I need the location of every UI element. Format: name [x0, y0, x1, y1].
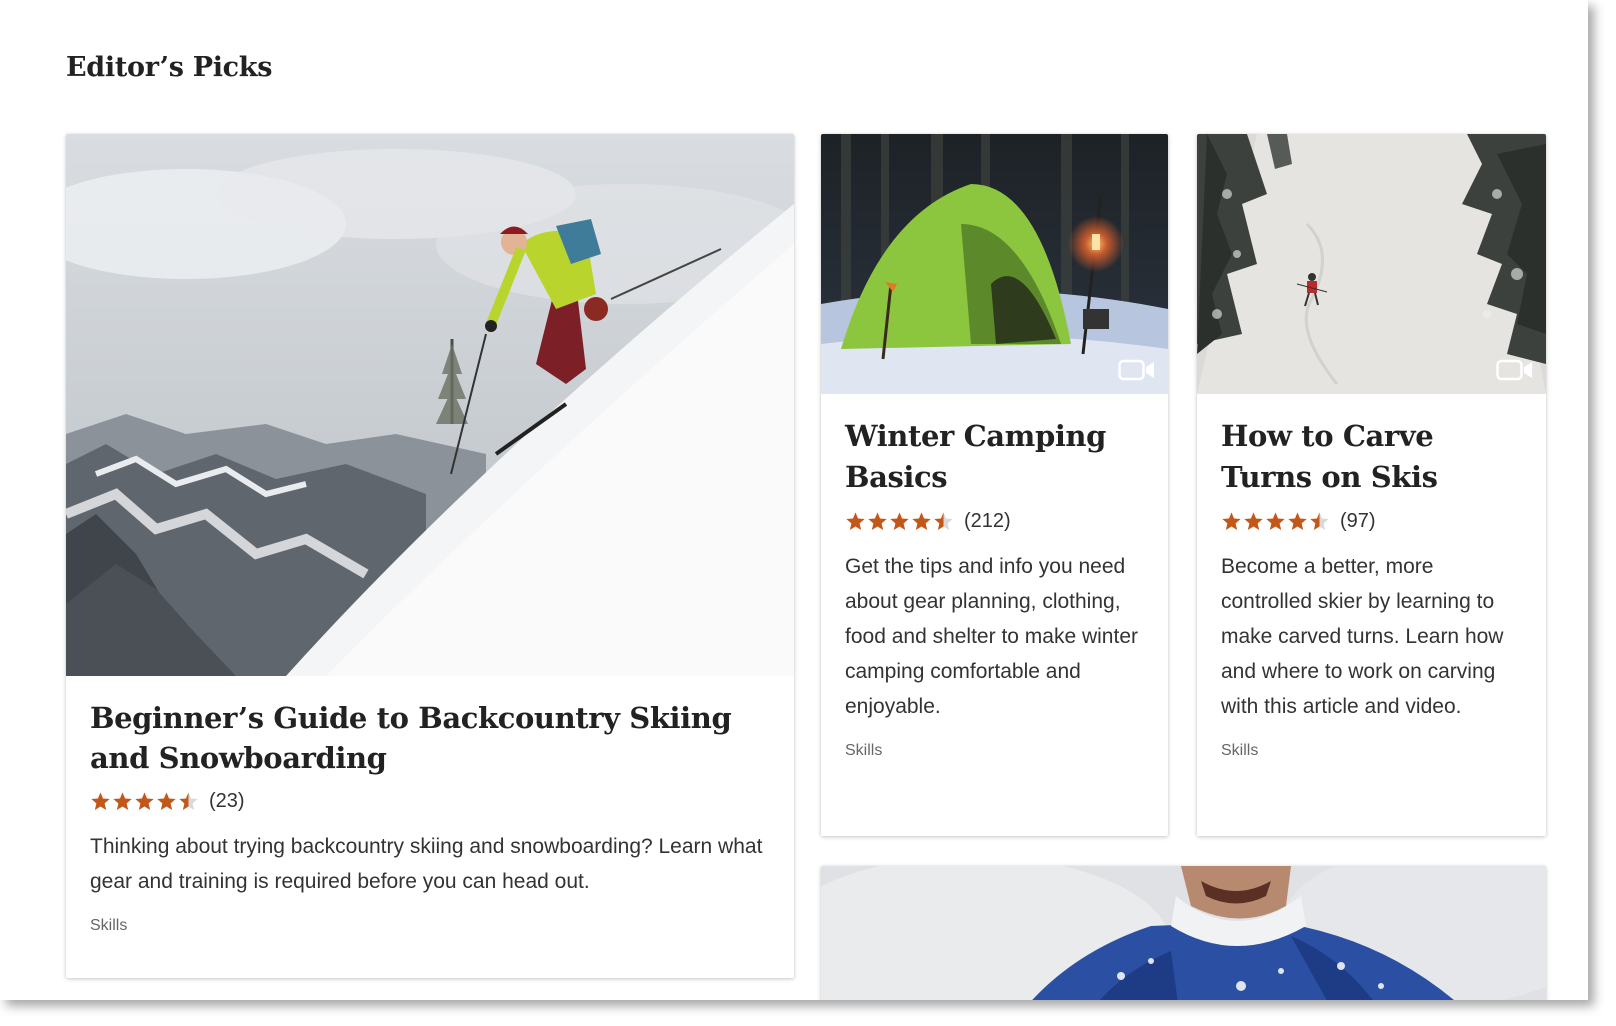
- article-card-carve-turns[interactable]: How to Carve Turns on Skis (97) Become a…: [1197, 134, 1546, 836]
- star-icon: [91, 792, 110, 810]
- article-title[interactable]: How to Carve Turns on Skis: [1221, 416, 1522, 498]
- article-category[interactable]: Skills: [845, 742, 1144, 760]
- article-description: Get the tips and info you need about gea…: [845, 555, 1138, 718]
- star-icon: [934, 512, 953, 530]
- tent-in-snow-photo: [821, 134, 1168, 394]
- star-icon: [846, 512, 865, 530]
- section-title: Editor’s Picks: [66, 52, 273, 83]
- star-icon: [135, 792, 154, 810]
- rating-stars: [90, 791, 199, 812]
- video-camera-icon: [1496, 359, 1532, 381]
- article-card-partial[interactable]: [821, 866, 1546, 1000]
- article-image[interactable]: [66, 134, 794, 676]
- article-description: Become a better, more controlled skier b…: [1221, 555, 1504, 718]
- article-image[interactable]: [821, 134, 1168, 394]
- article-description: Thinking about trying backcountry skiing…: [90, 835, 763, 893]
- article-card-backcountry[interactable]: Beginner’s Guide to Backcountry Skiing a…: [66, 134, 794, 978]
- article-card-winter-camping[interactable]: Winter Camping Basics (212) Get the tips…: [821, 134, 1168, 836]
- skier-in-trees-photo: [1197, 134, 1546, 394]
- star-rating: (212): [845, 510, 1144, 533]
- article-title[interactable]: Beginner’s Guide to Backcountry Skiing a…: [90, 698, 770, 778]
- star-icon: [1310, 512, 1329, 530]
- rating-count: (212): [964, 510, 1011, 532]
- article-image[interactable]: [1197, 134, 1546, 394]
- article-category[interactable]: Skills: [90, 917, 770, 935]
- rating-stars: [845, 511, 954, 532]
- rating-stars: [1221, 511, 1330, 532]
- star-rating: (23): [90, 790, 770, 813]
- article-category[interactable]: Skills: [1221, 742, 1522, 760]
- rating-count: (97): [1340, 510, 1376, 532]
- snowy-jacket-person-photo: [821, 866, 1546, 1000]
- article-title[interactable]: Winter Camping Basics: [845, 416, 1144, 498]
- star-icon: [912, 512, 931, 530]
- star-icon: [890, 512, 909, 530]
- star-icon: [1266, 512, 1285, 530]
- star-icon: [1244, 512, 1263, 530]
- star-icon: [1222, 512, 1241, 530]
- video-camera-icon: [1118, 359, 1154, 381]
- skier-on-slope-photo: [66, 134, 794, 676]
- star-icon: [1288, 512, 1307, 530]
- star-icon: [179, 792, 198, 810]
- article-image[interactable]: [821, 866, 1546, 1000]
- star-icon: [868, 512, 887, 530]
- star-icon: [113, 792, 132, 810]
- star-rating: (97): [1221, 510, 1522, 533]
- editors-picks-section: Editor’s Picks Beginner’s Guide to Backc…: [0, 0, 1588, 1000]
- star-icon: [157, 792, 176, 810]
- rating-count: (23): [209, 790, 245, 812]
